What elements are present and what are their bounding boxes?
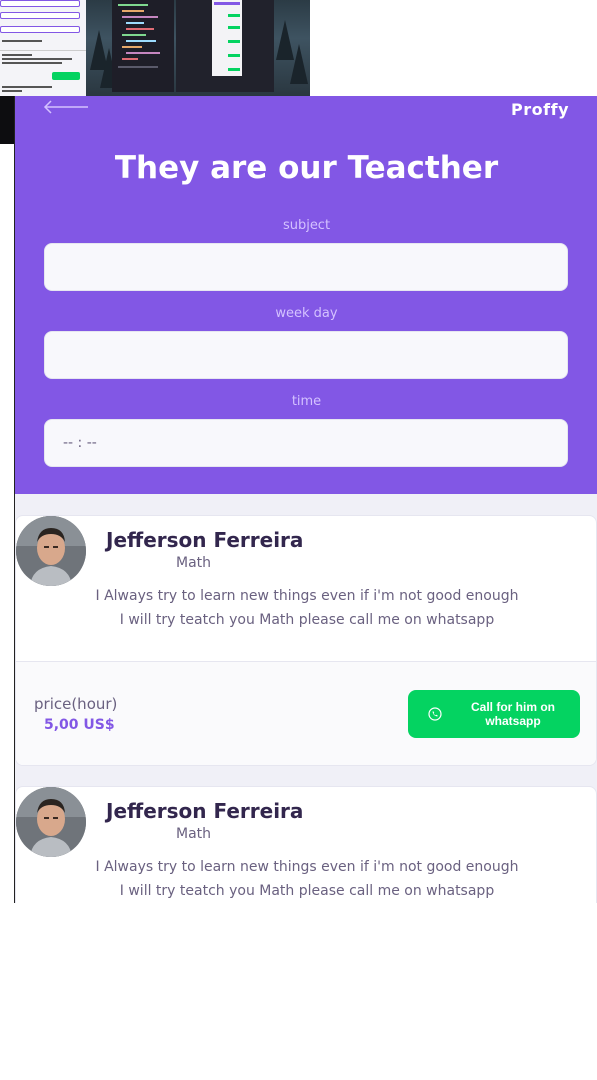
arrow-left-icon[interactable]	[43, 100, 89, 114]
teacher-name: Jefferson Ferreira	[106, 528, 304, 552]
time-input[interactable]: -- : --	[44, 419, 568, 467]
page-title: They are our Teacther	[114, 150, 499, 186]
background-browser-window	[0, 0, 86, 96]
avatar	[16, 787, 86, 857]
app-logo: Proffy	[511, 100, 569, 119]
avatar	[16, 516, 86, 586]
week-day-select[interactable]	[44, 331, 568, 379]
teacher-subject: Math	[176, 826, 212, 842]
subject-select[interactable]	[44, 243, 568, 291]
teacher-bio-line: I Always try to learn new things even if…	[95, 588, 519, 604]
subject-label: subject	[282, 218, 331, 233]
background-taskbar-strip	[0, 96, 14, 144]
teacher-card: Jefferson Ferreira Math I Always try to …	[15, 786, 597, 903]
teacher-subject: Math	[176, 555, 212, 571]
whatsapp-contact-button[interactable]: Call for him on whatsapp	[408, 690, 580, 738]
background-preview-window	[176, 0, 274, 92]
card-footer: price(hour) 5,00 US$ Call for him on wha…	[16, 661, 596, 765]
page-header: Proffy They are our Teacther subject wee…	[15, 96, 597, 494]
time-label: time	[291, 394, 322, 409]
teacher-card: Jefferson Ferreira Math I Always try to …	[15, 515, 597, 766]
teacher-bio-line: I will try teatch you Math please call m…	[119, 612, 495, 628]
week-day-label: week day	[275, 306, 338, 321]
teacher-bio-line: I will try teatch you Math please call m…	[119, 883, 495, 899]
teacher-name: Jefferson Ferreira	[106, 799, 304, 823]
background-code-editor	[112, 0, 174, 92]
price-label: price(hour)	[34, 695, 118, 713]
teacher-bio-line: I Always try to learn new things even if…	[95, 859, 519, 875]
whatsapp-button-label: Call for him on whatsapp	[471, 700, 555, 728]
price-value: 5,00 US$	[44, 717, 115, 733]
proffy-app-window: Proffy They are our Teacther subject wee…	[14, 96, 597, 903]
whatsapp-icon	[428, 707, 442, 721]
